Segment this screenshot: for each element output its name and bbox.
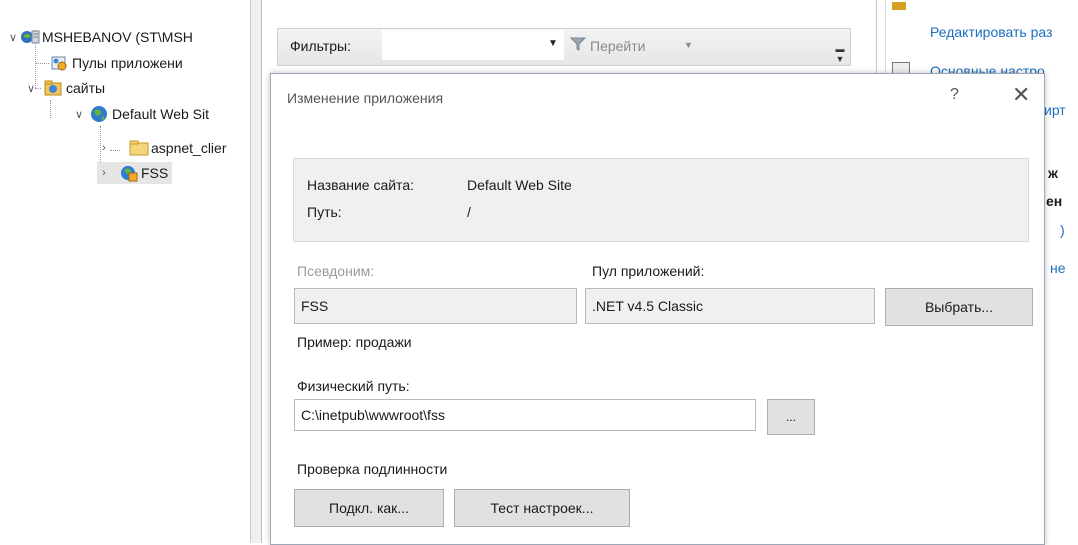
go-button[interactable]: Перейти xyxy=(569,37,646,54)
help-icon[interactable]: ? xyxy=(950,86,959,104)
action-heading-fragment: ен xyxy=(1046,193,1063,209)
action-icon xyxy=(892,2,906,10)
action-heading-fragment: ж xyxy=(1048,165,1058,181)
site-info-box xyxy=(293,158,1029,242)
close-icon[interactable]: ✕ xyxy=(1012,82,1030,108)
app-pool-icon xyxy=(50,54,68,72)
tree-node-fss[interactable]: › FSS xyxy=(97,162,173,184)
filter-toolbar xyxy=(277,28,851,66)
expand-chevron-icon[interactable]: › xyxy=(97,141,111,155)
expand-chevron-icon[interactable]: ∨ xyxy=(72,107,86,121)
tree-label-sites: сайты xyxy=(66,80,106,96)
browse-button[interactable]: ... xyxy=(767,399,815,435)
filters-label: Фильтры: xyxy=(290,38,351,54)
app-pool-field[interactable]: .NET v4.5 Classic xyxy=(585,288,875,324)
site-name-label: Название сайта: xyxy=(307,177,414,193)
folder-icon xyxy=(129,139,149,157)
physical-path-field[interactable]: C:\inetpub\wwwroot\fss xyxy=(294,399,756,431)
server-icon xyxy=(20,28,40,46)
expand-chevron-icon[interactable]: › xyxy=(97,166,111,180)
funnel-icon xyxy=(569,37,587,54)
app-pool-label: Пул приложений: xyxy=(592,263,705,279)
tree-label-default-site: Default Web Sit xyxy=(112,106,210,122)
tree-label-fss: FSS xyxy=(141,165,169,181)
path-label: Путь: xyxy=(307,204,342,220)
site-name-value: Default Web Site xyxy=(467,177,572,193)
tree-node-sites[interactable]: ∨ сайты xyxy=(24,77,105,99)
action-link-fragment[interactable]: ирт xyxy=(1044,102,1066,118)
expand-chevron-icon[interactable]: ∨ xyxy=(6,30,20,44)
tree-label-server: MSHEBANOV (ST\MSH xyxy=(42,29,193,45)
tree-label-app-pools: Пулы приложени xyxy=(72,55,183,71)
dialog-title: Изменение приложения xyxy=(287,90,444,106)
action-link-fragment[interactable]: не xyxy=(1050,260,1066,276)
sites-folder-icon xyxy=(44,79,62,97)
connections-tree[interactable]: ∨ MSHEBANOV (ST\MSH Пулы приложени ∨ сай… xyxy=(0,0,251,543)
toolbar-overflow-icon[interactable]: ▬ ▼ xyxy=(833,44,847,64)
select-app-pool-button[interactable]: Выбрать... xyxy=(885,288,1033,326)
test-settings-button[interactable]: Тест настроек... xyxy=(454,489,630,527)
action-link-fragment[interactable]: ) xyxy=(1060,222,1065,238)
tree-node-default-site[interactable]: ∨ Default Web Sit xyxy=(72,103,209,125)
go-button-label: Перейти xyxy=(590,37,646,54)
alias-example-text: Пример: продажи xyxy=(297,334,412,350)
connect-as-button[interactable]: Подкл. как... xyxy=(294,489,444,527)
tree-connector xyxy=(50,100,51,118)
alias-field[interactable]: FSS xyxy=(294,288,577,324)
tree-connector xyxy=(35,63,49,64)
alias-label: Псевдоним: xyxy=(297,263,375,279)
pane-splitter[interactable] xyxy=(251,0,262,543)
physical-path-label: Физический путь: xyxy=(297,378,410,394)
path-value: / xyxy=(467,204,471,220)
tree-node-app-pools[interactable]: Пулы приложени xyxy=(50,52,183,74)
globe-icon xyxy=(90,105,108,123)
action-edit-permissions-link[interactable]: Редактировать раз xyxy=(930,24,1052,40)
filter-input[interactable] xyxy=(382,30,564,60)
authentication-label: Проверка подлинности xyxy=(297,461,448,477)
application-icon xyxy=(119,164,138,182)
expand-chevron-icon[interactable]: ∨ xyxy=(24,81,38,95)
go-dropdown-icon[interactable]: ▼ xyxy=(684,40,693,50)
filter-dropdown-icon[interactable]: ▼ xyxy=(548,38,558,49)
tree-node-aspnet-client[interactable]: › aspnet_clier xyxy=(97,137,227,159)
tree-node-server[interactable]: ∨ MSHEBANOV (ST\MSH xyxy=(6,26,193,48)
tree-label-aspnet-client: aspnet_clier xyxy=(151,140,227,156)
